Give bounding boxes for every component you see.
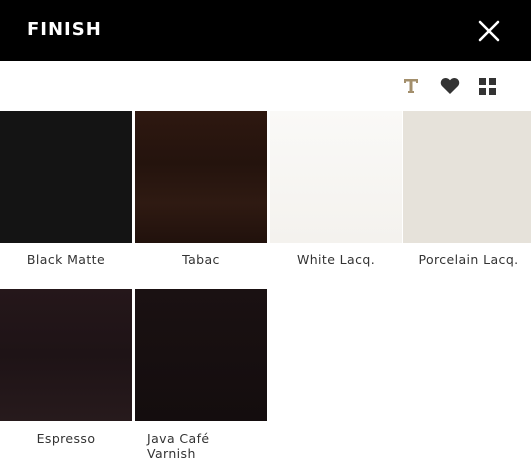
heart-icon [440,77,460,94]
swatch-porcelain-lacq[interactable] [403,111,531,243]
swatch-espresso[interactable] [0,289,132,421]
swatch-tabac[interactable] [135,111,267,243]
close-icon [478,20,500,42]
swatch-white-lacq[interactable] [270,111,402,243]
text-icon [404,79,418,93]
header-bar: FINISH [0,0,531,61]
swatch-label-black-matte: Black Matte [26,252,106,267]
grid-icon [479,78,496,95]
text-view-button[interactable] [401,76,421,96]
swatch-label-white-lacq: White Lacq. [296,252,376,267]
swatch-java-cafe-varnish[interactable] [135,289,267,421]
close-button[interactable] [476,18,502,44]
swatch-label-porcelain-lacq: Porcelain Lacq. [418,252,519,267]
panel-title: FINISH [27,19,102,40]
swatch-label-espresso: Espresso [36,431,96,446]
swatch-label-line1: Java Café [147,431,210,446]
swatch-label-tabac: Tabac [182,252,220,267]
swatch-label-java-cafe-varnish: Java Café Varnish [147,431,279,461]
grid-view-button[interactable] [479,78,496,95]
swatch-black-matte[interactable] [0,111,132,243]
swatch-label-line2: Varnish [147,446,196,461]
favorites-button[interactable] [440,77,460,95]
